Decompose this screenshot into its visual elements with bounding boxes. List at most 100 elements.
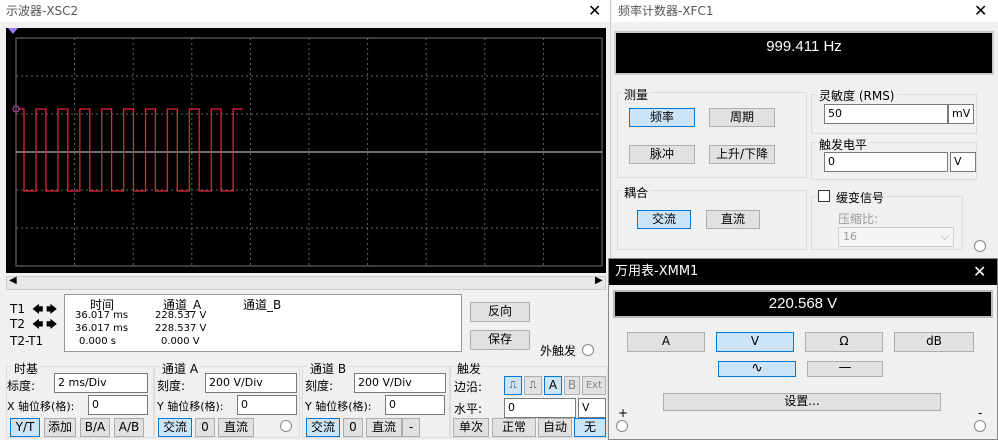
channel-a-ac-button[interactable]: 交流 <box>158 418 192 437</box>
scope-title: 示波器-XSC2 <box>6 4 79 18</box>
trigger-source-a-button[interactable]: A <box>544 376 562 395</box>
t2-right-arrow-icon[interactable]: 🡆 <box>46 316 57 335</box>
plus-terminal[interactable] <box>616 420 628 432</box>
channel-a-ypos-label: Y 轴位移(格): <box>157 400 224 413</box>
ac-wave-icon[interactable]: ∿ <box>718 361 796 377</box>
sensitivity-unit[interactable]: mV <box>948 104 974 124</box>
channel-a-dc-button[interactable]: 直流 <box>218 418 254 437</box>
trigger-normal-button[interactable]: 正常 <box>492 418 536 437</box>
coupling-dc-button[interactable]: 直流 <box>706 210 760 229</box>
frequency-button[interactable]: 频率 <box>629 108 695 127</box>
counter-title: 频率计数器-XFC1 <box>618 4 714 18</box>
trigger-level-field[interactable]: 0 <box>504 398 576 418</box>
counter-title-bar: 频率计数器-XFC1 <box>612 0 998 22</box>
pulse-button[interactable]: 脉冲 <box>629 145 695 164</box>
dc-line-icon[interactable]: — <box>807 361 883 377</box>
cursor-t1-marker-icon <box>8 28 18 34</box>
t2t1-label: T2-T1 <box>10 334 44 348</box>
sensitivity-title: 灵敏度 (RMS) <box>817 87 897 104</box>
rising-edge-icon[interactable]: ⎍ <box>504 376 522 395</box>
readout-t2-a: 228.537 V <box>155 323 207 334</box>
mode-ba-button[interactable]: B/A <box>80 418 110 437</box>
scope-screen <box>6 28 606 273</box>
channel-b-minus-button[interactable]: - <box>402 418 420 437</box>
trigger-edge-label: 边沿: <box>454 380 483 394</box>
channel-b-scale-label: 刻度: <box>305 379 334 393</box>
timebase-title: 时基 <box>12 360 41 377</box>
mode-add-button[interactable]: 添加 <box>44 418 76 437</box>
scope-scrollbar[interactable]: ◀ ▶ <box>6 275 606 290</box>
trigger-level-label: 水平: <box>454 402 483 416</box>
counter-radio[interactable] <box>974 240 986 252</box>
trigger-source-b-button[interactable]: B <box>564 376 580 395</box>
trigger-source-ext-button[interactable]: Ext <box>582 376 606 395</box>
counter-trigger-unit[interactable]: V <box>950 152 976 172</box>
mode-ohm-button[interactable]: Ω <box>805 332 883 352</box>
readout-t1-a: 228.537 V <box>155 310 207 321</box>
counter-reading: 999.411 Hz <box>766 38 842 55</box>
readout-dt-time: 0.000 s <box>79 336 117 347</box>
mode-yt-button[interactable]: Y/T <box>10 418 40 437</box>
slow-signal-checkbox[interactable] <box>818 190 830 202</box>
mode-volt-button[interactable]: V <box>716 332 794 352</box>
trace-a-waveform <box>18 108 243 192</box>
minus-terminal[interactable] <box>974 420 986 432</box>
rise-fall-button[interactable]: 上升/下降 <box>709 145 775 164</box>
multimeter-close-icon[interactable]: ✕ <box>973 264 986 280</box>
channel-b-zero-button[interactable]: 0 <box>343 418 363 437</box>
channel-a-scale-field[interactable]: 200 V/Div <box>205 373 297 393</box>
ratio-select[interactable]: 16 ⌵ <box>838 227 954 247</box>
ext-trigger-radio[interactable] <box>582 344 594 356</box>
plus-terminal-label: + <box>618 406 629 420</box>
scope-close-icon[interactable]: ✕ <box>588 3 601 19</box>
timebase-scale-label: 标度: <box>7 379 36 393</box>
channel-a-scale-label: 刻度: <box>157 379 186 393</box>
scroll-left-icon[interactable]: ◀ <box>9 275 17 286</box>
multimeter-title: 万用表-XMM1 <box>615 264 699 279</box>
slow-signal-label: 缓变信号 <box>834 189 887 206</box>
channel-a-ypos-field[interactable]: 0 <box>237 395 297 415</box>
mode-amp-button[interactable]: A <box>627 332 705 352</box>
scope-graticule <box>8 28 603 267</box>
channel-b-scale-field[interactable]: 200 V/Div <box>354 373 446 393</box>
measure-group <box>617 92 807 178</box>
channel-b-ac-button[interactable]: 交流 <box>306 418 340 437</box>
coupling-title: 耦合 <box>622 184 651 201</box>
measure-title: 测量 <box>622 86 651 103</box>
falling-edge-icon[interactable]: ⎍ <box>524 376 542 395</box>
timebase-scale-field[interactable]: 2 ms/Div <box>54 373 148 393</box>
channel-b-dc-button[interactable]: 直流 <box>366 418 402 437</box>
channel-b-ypos-field[interactable]: 0 <box>385 395 445 415</box>
settings-button[interactable]: 设置... <box>663 393 941 411</box>
cursor-panel: T1 🡄 🡆 T2 🡄 🡆 T2-T1 <box>6 294 64 352</box>
scroll-right-icon[interactable]: ▶ <box>595 275 603 286</box>
scope-title-bar: 示波器-XSC2 <box>0 0 610 22</box>
counter-display: 999.411 Hz <box>614 31 994 75</box>
multimeter-reading: 220.568 V <box>768 295 838 312</box>
trigger-none-button[interactable]: 无 <box>574 418 606 437</box>
reverse-button[interactable]: 反向 <box>470 302 530 322</box>
t2-left-arrow-icon[interactable]: 🡄 <box>32 316 43 335</box>
counter-trigger-field[interactable]: 0 <box>824 152 948 172</box>
readout-box: 时间 通道_A 通道_B 36.017 ms 228.537 V 36.017 … <box>64 294 462 352</box>
timebase-xpos-field[interactable]: 0 <box>88 395 148 415</box>
mode-ab-button[interactable]: A/B <box>114 418 144 437</box>
mode-db-button[interactable]: dB <box>894 332 974 352</box>
trigger-level-unit[interactable]: V <box>578 398 606 418</box>
channel-a-title: 通道 A <box>160 360 201 377</box>
save-button[interactable]: 保存 <box>470 330 530 350</box>
coupling-ac-button[interactable]: 交流 <box>637 210 691 229</box>
readout-t1-time: 36.017 ms <box>75 310 129 321</box>
channel-b-ypos-label: Y 轴位移(格): <box>305 400 372 413</box>
trigger-single-button[interactable]: 单次 <box>453 418 489 437</box>
trigger-auto-button[interactable]: 自动 <box>538 418 572 437</box>
channel-a-radio[interactable] <box>280 420 292 432</box>
channel-a-zero-button[interactable]: 0 <box>195 418 215 437</box>
trigger-level-title: 触发电平 <box>817 136 870 153</box>
readout-dt-a: 0.000 V <box>161 336 200 347</box>
multimeter-title-bar: 万用表-XMM1 <box>609 259 997 285</box>
counter-close-icon[interactable]: ✕ <box>974 3 987 19</box>
sensitivity-field[interactable]: 50 <box>824 104 948 124</box>
period-button[interactable]: 周期 <box>709 108 775 127</box>
channel-b-title: 通道 B <box>308 360 349 377</box>
